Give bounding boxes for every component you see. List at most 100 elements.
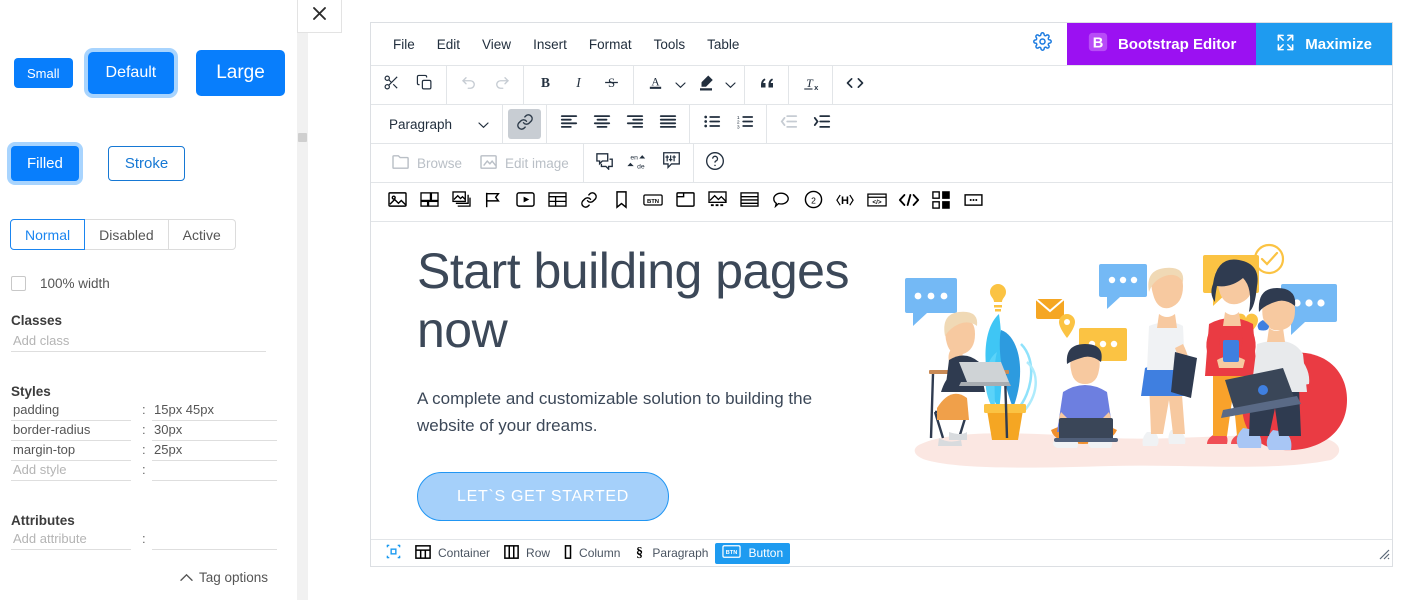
crumb-column[interactable]: Column [557,543,627,564]
resize-grip-icon[interactable] [1377,547,1390,565]
size-button-large[interactable]: Large [196,50,285,96]
insert-badge-button[interactable]: 2 [797,187,829,217]
menu-table[interactable]: Table [697,32,749,57]
cta-button[interactable]: LET`S GET STARTED [417,472,669,522]
blockquote-button[interactable] [750,70,783,100]
highlight-color-caret[interactable] [722,76,739,94]
fill-button-stroke[interactable]: Stroke [107,145,186,181]
help-button[interactable] [699,148,732,178]
text-color-caret[interactable] [672,76,689,94]
insert-image-gallery-button[interactable] [413,187,445,217]
edit-image-button[interactable]: Edit image [471,148,578,178]
state-button-disabled[interactable]: Disabled [85,219,169,250]
state-button-normal[interactable]: Normal [10,219,86,250]
tag-options-toggle[interactable]: Tag options [180,570,268,585]
insert-media-image-button[interactable] [701,187,733,217]
insert-card-button[interactable] [669,187,701,217]
highlight-color-button[interactable] [689,70,722,100]
browse-button[interactable]: Browse [383,148,471,178]
insert-table-button[interactable] [541,187,573,217]
bullet-list-button[interactable] [695,109,728,139]
text-color-button[interactable]: A [639,70,672,100]
strikethrough-button[interactable]: S [595,70,628,100]
style-key-input-0[interactable] [11,402,131,421]
size-button-default[interactable]: Default [87,52,175,94]
panel-scrollbar-thumb[interactable] [298,133,307,142]
insert-more-button[interactable] [957,187,989,217]
style-key-input-2[interactable] [11,442,131,461]
italic-button[interactable]: I [562,70,595,100]
insert-tooltip-button[interactable] [765,187,797,217]
insert-embed-button[interactable]: </> [861,187,893,217]
add-style-key-input[interactable] [11,462,131,481]
insert-code-button[interactable] [893,187,925,217]
indent-button[interactable] [805,109,838,139]
menu-edit[interactable]: Edit [427,32,470,57]
element-path-root[interactable] [379,543,408,564]
add-class-input[interactable] [11,333,266,352]
menu-tools[interactable]: Tools [644,32,696,57]
style-key-input-1[interactable] [11,422,131,441]
insert-image-button[interactable] [381,187,413,217]
align-justify-button[interactable] [651,109,684,139]
format-select[interactable]: Paragraph [379,109,497,139]
comments-button[interactable] [589,148,622,178]
bold-button[interactable]: B [529,70,562,100]
full-width-checkbox[interactable] [11,276,26,291]
toolbar-separator [546,105,547,143]
clear-formatting-button[interactable]: Tx [794,70,827,100]
hero-subtitle[interactable]: A complete and customizable solution to … [417,385,842,439]
menu-file[interactable]: File [383,32,425,57]
settings-button[interactable] [1019,23,1067,65]
text-color-split[interactable]: A [639,70,689,100]
crumb-container[interactable]: Container [408,543,497,564]
attribute-separator: : [142,531,146,546]
insert-heading-button[interactable]: 〈H〉 [829,187,861,217]
translate-button[interactable]: en de [622,148,655,178]
insert-link-button[interactable] [508,109,541,139]
align-left-button[interactable] [552,109,585,139]
add-style-value-input[interactable] [152,462,277,481]
outdent-button[interactable] [772,109,805,139]
style-value-input-1[interactable] [152,422,277,441]
highlight-color-split[interactable] [689,70,739,100]
size-button-small[interactable]: Small [14,58,73,88]
cut-button[interactable] [375,70,408,100]
copy-button[interactable] [408,70,441,100]
menu-format[interactable]: Format [579,32,642,57]
team-collaboration-illustration[interactable] [891,232,1361,492]
insert-link-chain-button[interactable] [573,187,605,217]
style-value-input-0[interactable] [152,402,277,421]
crumb-row[interactable]: Row [497,543,557,564]
fill-button-filled[interactable]: Filled [11,145,79,181]
insert-grid-button[interactable] [925,187,957,217]
undo-button[interactable] [452,70,485,100]
add-attribute-key-input[interactable] [11,531,131,550]
hero-title[interactable]: Start building pages now [417,242,871,360]
insert-image-stack-button[interactable] [445,187,477,217]
crumb-button[interactable]: BTN Button [715,542,791,564]
redo-button[interactable] [485,70,518,100]
insert-video-button[interactable] [509,187,541,217]
bootstrap-editor-button[interactable]: B Bootstrap Editor [1066,23,1257,65]
source-code-button[interactable] [838,70,871,100]
numbered-list-button[interactable]: 123 [728,109,761,139]
insert-bookmark-button[interactable] [605,187,637,217]
close-panel-button[interactable] [297,0,342,33]
maximize-button[interactable]: Maximize [1256,23,1392,65]
spellcheck-button[interactable] [655,148,688,178]
style-value-input-2[interactable] [152,442,277,461]
menu-insert[interactable]: Insert [523,32,577,57]
crumb-paragraph[interactable]: § Paragraph [627,543,715,564]
insert-list-group-button[interactable] [733,187,765,217]
highlight-color-icon [697,73,715,98]
menu-view[interactable]: View [472,32,521,57]
align-right-button[interactable] [618,109,651,139]
align-center-button[interactable] [585,109,618,139]
insert-flag-button[interactable] [477,187,509,217]
editor-content-area[interactable]: Start building pages now A complete and … [371,222,1392,539]
state-button-active[interactable]: Active [168,219,236,250]
panel-scrollbar-track[interactable] [297,33,308,600]
insert-button-button[interactable]: BTN [637,187,669,217]
add-attribute-value-input[interactable] [152,531,277,550]
